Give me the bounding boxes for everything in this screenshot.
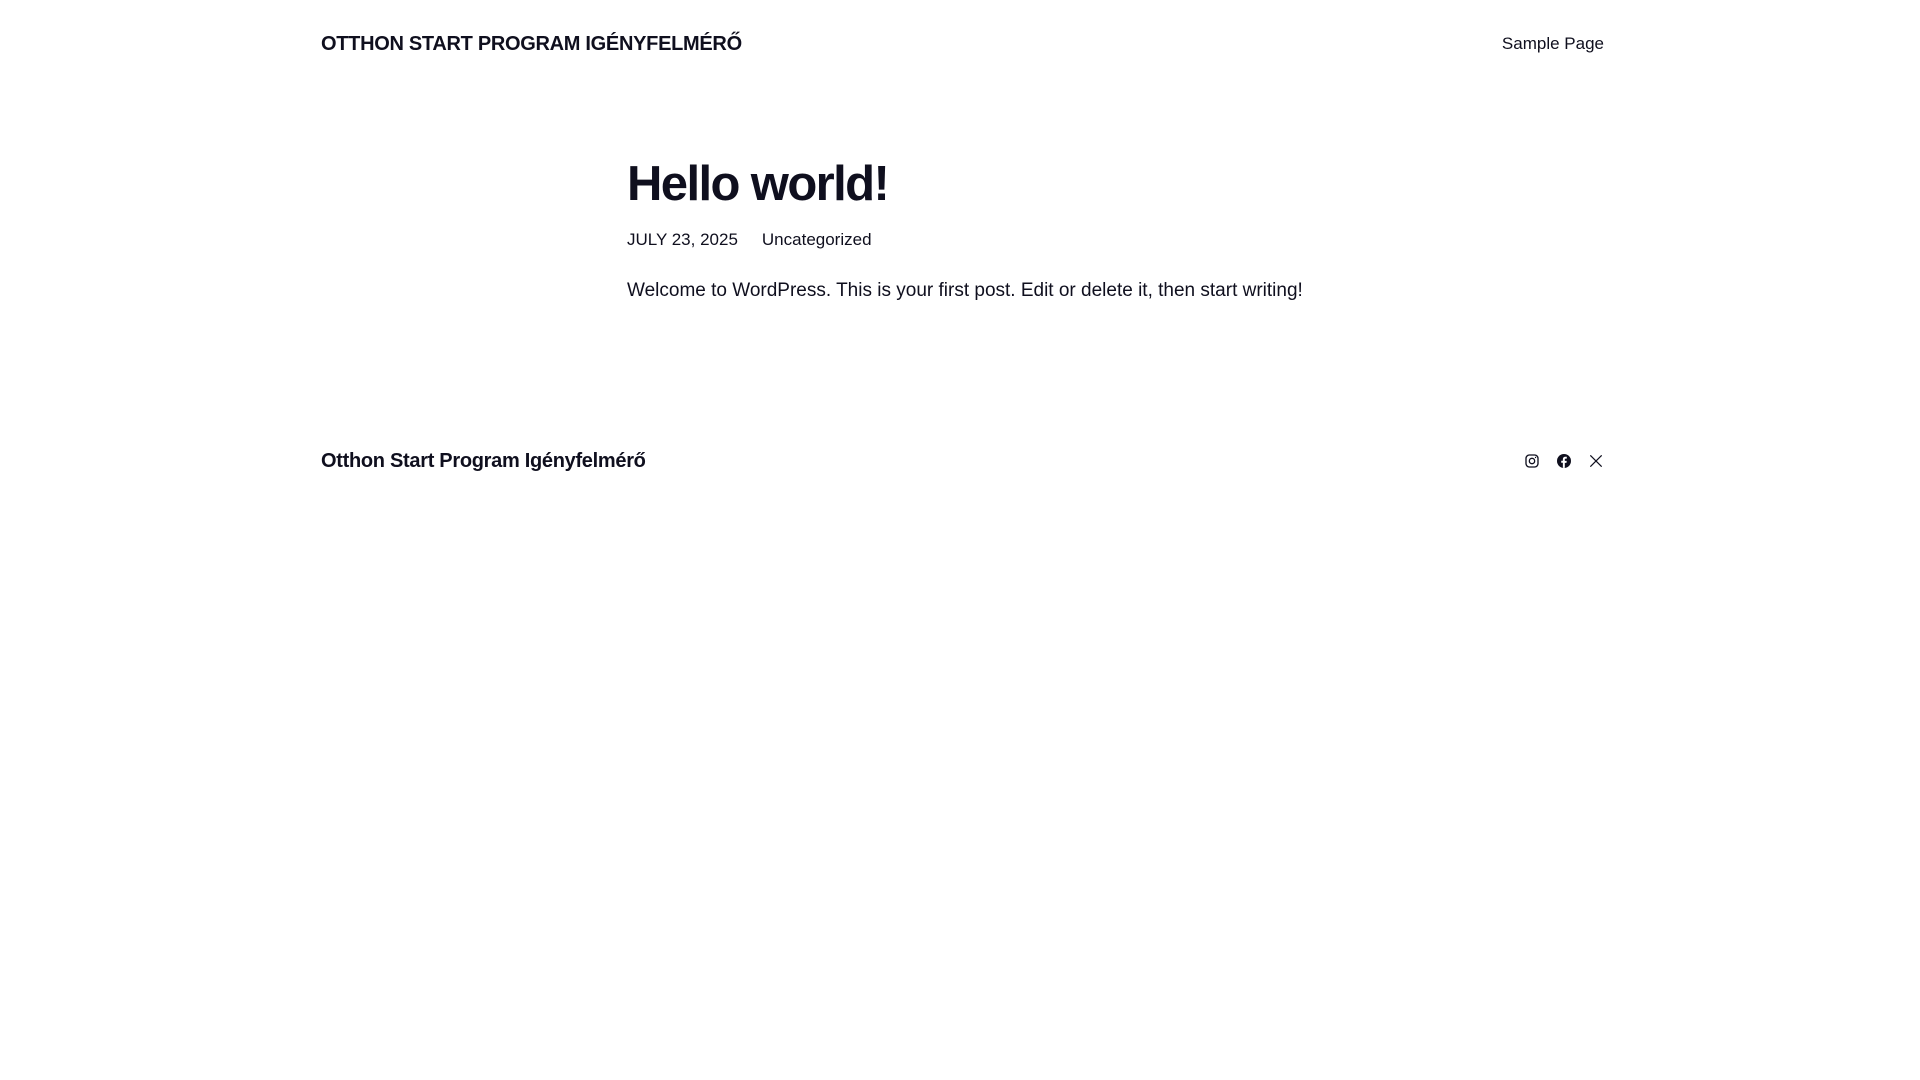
post-category-link[interactable]: Uncategorized	[762, 228, 872, 252]
page: OTTHON START PROGRAM IGÉNYFELMÉRŐ Sample…	[0, 0, 1920, 1080]
facebook-icon[interactable]	[1556, 453, 1572, 469]
primary-nav: Sample Page	[1502, 34, 1604, 54]
x-icon[interactable]	[1588, 453, 1604, 469]
instagram-icon[interactable]	[1524, 453, 1540, 469]
post-title: Hello world!	[627, 157, 890, 211]
site-footer: Otthon Start Program Igényfelmérő	[321, 446, 1604, 476]
site-title-link[interactable]: OTTHON START PROGRAM IGÉNYFELMÉRŐ	[321, 33, 742, 56]
nav-item-sample-page[interactable]: Sample Page	[1502, 34, 1604, 53]
footer-site-title-link[interactable]: Otthon Start Program Igényfelmérő	[321, 450, 646, 473]
social-links	[1524, 453, 1604, 469]
post-meta: JULY 23, 2025 Uncategorized	[627, 228, 1387, 252]
post-content: Welcome to WordPress. This is your first…	[627, 280, 1303, 301]
post-date: JULY 23, 2025	[627, 230, 738, 249]
post: Hello world! JULY 23, 2025 Uncategorized…	[627, 150, 1387, 323]
site-header: OTTHON START PROGRAM IGÉNYFELMÉRŐ Sample…	[321, 28, 1604, 60]
